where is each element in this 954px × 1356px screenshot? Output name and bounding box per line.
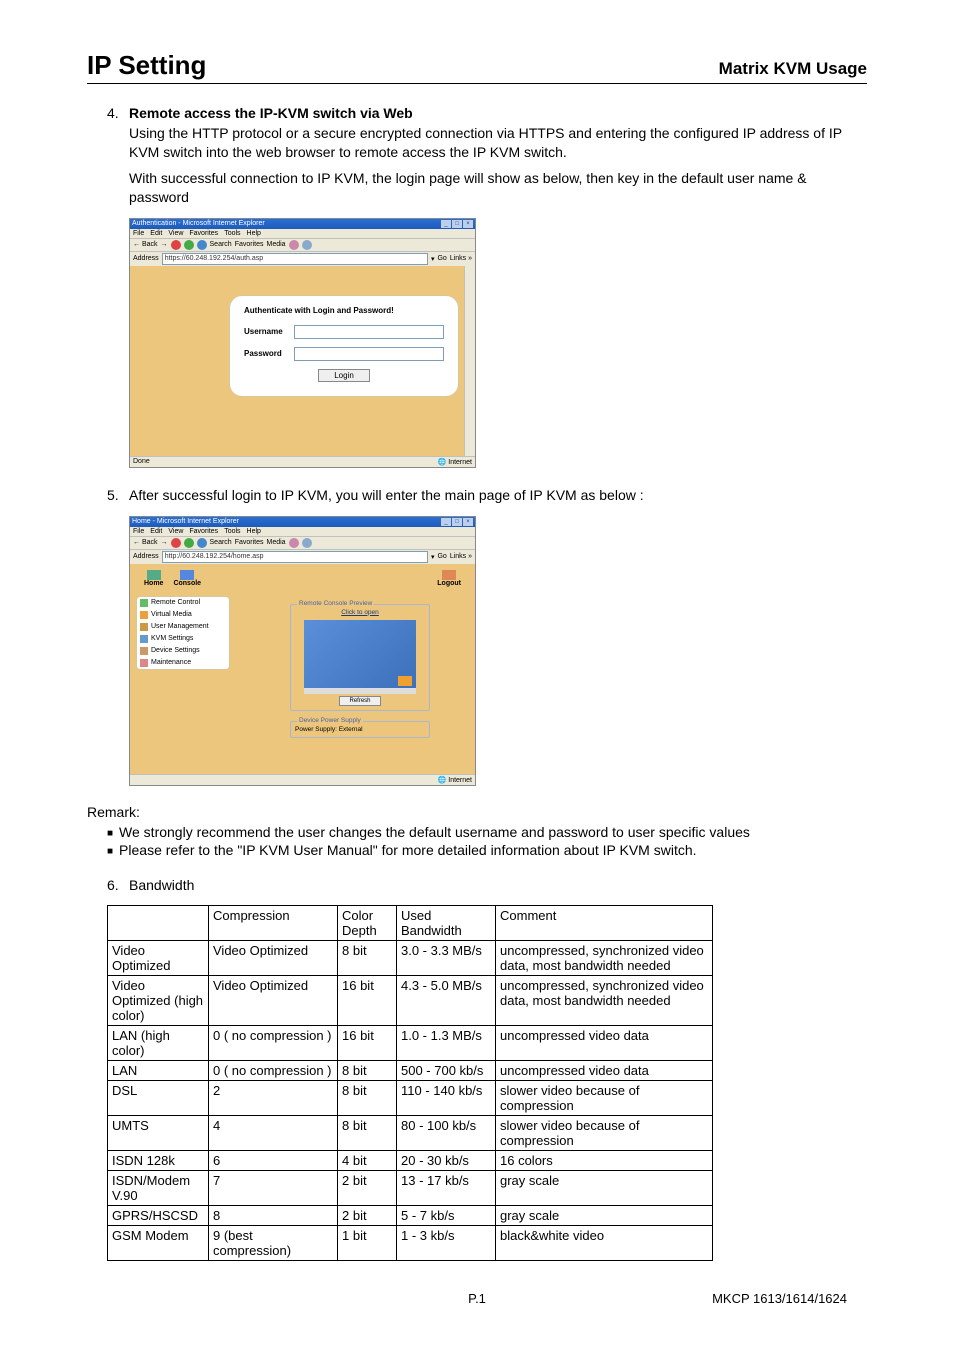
status-right-2: 🌐 Internet [438, 776, 472, 784]
username-input[interactable] [294, 325, 444, 339]
taskbar [304, 688, 416, 694]
step-4-body1: Using the HTTP protocol or a secure encr… [129, 125, 842, 161]
scrollbar[interactable] [464, 266, 475, 456]
user-management-icon [140, 623, 148, 631]
window-title-2: Home - Microsoft Internet Explorer [132, 518, 239, 526]
status-left: Done [133, 458, 150, 466]
sidebar-item-remote-control[interactable]: Remote Control [137, 597, 229, 609]
maintenance-icon [140, 659, 148, 667]
menubar[interactable]: FileEditViewFavoritesToolsHelp [130, 229, 475, 239]
step-5-body: After successful login to IP KVM, you wi… [129, 487, 644, 503]
login-screenshot: Authentication - Microsoft Internet Expl… [129, 218, 476, 468]
model-number: MKCP 1613/1614/1624 [712, 1291, 847, 1306]
table-row: DSL28 bit110 - 140 kb/sslower video beca… [108, 1081, 713, 1116]
step-5: 5. After successful login to IP KVM, you… [107, 486, 867, 506]
remark-title: Remark: [87, 804, 140, 820]
table-row: LAN (high color)0 ( no compression )16 b… [108, 1026, 713, 1061]
sidebar-item-user-management[interactable]: User Management [137, 621, 229, 633]
step-6: 6. Bandwidth [107, 876, 867, 896]
step-4: 4. Remote access the IP-KVM switch via W… [107, 104, 867, 208]
password-label: Password [244, 349, 294, 358]
device-power-supply-fieldset: Device Power Supply Power Supply: Extern… [290, 721, 430, 738]
login-button[interactable]: Login [318, 369, 370, 382]
page-number: P.1 [468, 1291, 486, 1306]
step-4-num: 4. [107, 104, 119, 124]
table-header-row: Compression Color Depth Used Bandwidth C… [108, 906, 713, 941]
table-row: Video Optimized (high color)Video Optimi… [108, 976, 713, 1026]
click-to-open-link[interactable]: Click to open [295, 609, 425, 616]
toolbar-2[interactable]: ← Back→ Search Favorites Media [130, 537, 475, 550]
menubar-2[interactable]: FileEditViewFavoritesToolsHelp [130, 527, 475, 537]
windows-logo-icon [398, 676, 412, 686]
page-title: IP Setting [87, 50, 206, 81]
console-button[interactable]: Console [173, 570, 201, 587]
device-settings-icon [140, 647, 148, 655]
home-button[interactable]: Home [144, 570, 163, 587]
remark-item-1: We strongly recommend the user changes t… [107, 824, 867, 840]
login-panel-title: Authenticate with Login and Password! [244, 306, 444, 315]
sidebar-item-device-settings[interactable]: Device Settings [137, 645, 229, 657]
window-title: Authentication - Microsoft Internet Expl… [132, 220, 265, 228]
remote-control-icon [140, 599, 148, 607]
sidebar-item-virtual-media[interactable]: Virtual Media [137, 609, 229, 621]
step-5-num: 5. [107, 486, 119, 506]
home-icon [147, 570, 161, 580]
page-subtitle: Matrix KVM Usage [719, 59, 867, 79]
toolbar[interactable]: ← Back→ Search Favorites Media [130, 239, 475, 252]
refresh-button[interactable]: Refresh [339, 696, 381, 706]
window-controls-2[interactable]: _□× [440, 518, 473, 526]
sidebar-item-maintenance[interactable]: Maintenance [137, 657, 229, 669]
logout-icon [442, 570, 456, 580]
table-row: GPRS/HSCSD82 bit5 - 7 kb/sgray scale [108, 1206, 713, 1226]
address-bar[interactable]: Address https://60.248.192.254/auth.asp … [130, 252, 475, 266]
kvm-settings-icon [140, 635, 148, 643]
table-row: LAN0 ( no compression )8 bit500 - 700 kb… [108, 1061, 713, 1081]
virtual-media-icon [140, 611, 148, 619]
login-panel: Authenticate with Login and Password! Us… [230, 296, 458, 396]
remark-item-2: Please refer to the "IP KVM User Manual"… [107, 842, 867, 858]
table-row: Video OptimizedVideo Optimized8 bit3.0 -… [108, 941, 713, 976]
window-controls[interactable]: _□× [440, 220, 473, 228]
step-4-body2: With successful connection to IP KVM, th… [129, 169, 867, 208]
bandwidth-table: Compression Color Depth Used Bandwidth C… [107, 905, 713, 1261]
password-input[interactable] [294, 347, 444, 361]
address-input[interactable]: https://60.248.192.254/auth.asp [162, 253, 428, 265]
power-text: Power Supply: External [295, 726, 425, 733]
table-row: UMTS48 bit80 - 100 kb/sslower video beca… [108, 1116, 713, 1151]
table-row: ISDN 128k64 bit20 - 30 kb/s16 colors [108, 1151, 713, 1171]
step-4-title: Remote access the IP-KVM switch via Web [129, 105, 413, 121]
logout-button[interactable]: Logout [437, 570, 461, 587]
sidebar-item-kvm-settings[interactable]: KVM Settings [137, 633, 229, 645]
table-row: ISDN/Modem V.9072 bit13 - 17 kb/sgray sc… [108, 1171, 713, 1206]
console-icon [180, 570, 194, 580]
step-6-label: Bandwidth [129, 877, 194, 893]
status-right: 🌐 Internet [438, 458, 472, 466]
table-row: GSM Modem9 (best compression)1 bit1 - 3 … [108, 1226, 713, 1261]
power-legend: Device Power Supply [297, 717, 363, 724]
preview-legend: Remote Console Preview [297, 600, 374, 607]
step-6-num: 6. [107, 876, 119, 896]
remote-console-preview-fieldset: Remote Console Preview Click to open Ref… [290, 604, 430, 711]
remark-block: Remark: We strongly recommend the user c… [87, 804, 867, 858]
footer: P.1 MKCP 1613/1614/1624 [87, 1291, 867, 1306]
address-bar-2[interactable]: Address http://60.248.192.254/home.asp ▾… [130, 550, 475, 564]
desktop-preview[interactable] [304, 620, 416, 694]
username-label: Username [244, 327, 294, 336]
address-input-2[interactable]: http://60.248.192.254/home.asp [162, 551, 428, 563]
sidebar: Remote Control Virtual Media User Manage… [136, 596, 230, 670]
mainpage-screenshot: Home - Microsoft Internet Explorer _□× F… [129, 516, 476, 786]
